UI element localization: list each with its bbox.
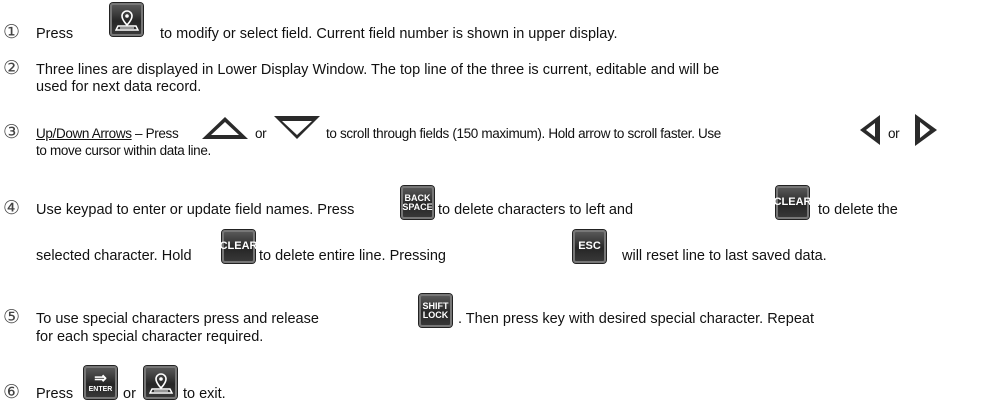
step-4-text-a: Use keypad to enter or update field name…: [36, 202, 355, 218]
step-4-number: ④: [3, 197, 21, 219]
step-5-text-a: To use special characters press and rele…: [36, 311, 319, 327]
clear-label: CLEAR: [773, 196, 812, 208]
step-2-line-1: Three lines are displayed in Lower Displ…: [36, 62, 720, 78]
esc-label: ESC: [578, 240, 601, 252]
step-5-line-2: for each special character required.: [36, 329, 264, 345]
left-arrow-icon: [860, 115, 880, 145]
step-5-number: ⑤: [3, 306, 21, 328]
step-3-text-a: – Press: [131, 126, 179, 141]
step-3-line-2: to move cursor within data line.: [36, 143, 211, 158]
step-6-or: or: [123, 386, 136, 402]
up-down-arrows-link: Up/Down Arrows: [36, 126, 132, 141]
field-map-icon: [148, 372, 173, 394]
step-2-line-2: used for next data record.: [36, 79, 202, 95]
step-3-number: ③: [3, 121, 21, 143]
step-3-text: Up/Down Arrows – Press: [36, 125, 179, 143]
enter-arrow-icon: ⇒: [94, 370, 107, 387]
clear-button-2[interactable]: CLEAR: [219, 230, 258, 263]
clear-button[interactable]: CLEAR: [773, 186, 812, 219]
step-3-text-b: to scroll through fields (150 maximum). …: [326, 126, 721, 141]
step-1-number: ①: [3, 21, 21, 43]
shift-lock-button[interactable]: SHIFT LOCK: [419, 294, 452, 327]
step-4-text-b: to delete characters to left and: [438, 202, 634, 218]
step-4-text-e: to delete entire line. Pressing: [259, 248, 446, 264]
shift-lock-label-2: LOCK: [422, 309, 449, 320]
back-space-button[interactable]: BACK SPACE: [401, 186, 434, 219]
field-key-button[interactable]: [110, 3, 143, 36]
step-1-text-a: Press: [36, 26, 74, 42]
step-1-text-b: to modify or select field. Current field…: [160, 26, 618, 42]
down-arrow-icon: [274, 116, 320, 139]
step-3-or-2: or: [888, 126, 900, 141]
step-2-number: ②: [3, 57, 21, 79]
back-space-label-2: SPACE: [402, 201, 433, 212]
step-4-text-c: to delete the: [818, 202, 898, 218]
enter-label: ENTER: [88, 386, 113, 393]
esc-button[interactable]: ESC: [573, 230, 606, 263]
step-6-number: ⑥: [3, 381, 21, 403]
step-4-text-d: selected character. Hold: [36, 248, 192, 264]
field-map-icon: [114, 9, 139, 31]
step-5-text-b: . Then press key with desired special ch…: [458, 311, 814, 327]
enter-button[interactable]: ⇒ ENTER: [84, 366, 117, 399]
step-4-text-f: will reset line to last saved data.: [622, 248, 827, 264]
step-6-text-a: Press: [36, 386, 74, 402]
right-arrow-icon: [915, 114, 937, 146]
up-arrow-icon: [202, 117, 248, 139]
step-6-text-b: to exit.: [183, 386, 226, 402]
field-key-button-2[interactable]: [144, 366, 177, 399]
step-3-or-1: or: [255, 126, 267, 141]
clear-label-2: CLEAR: [219, 240, 258, 252]
